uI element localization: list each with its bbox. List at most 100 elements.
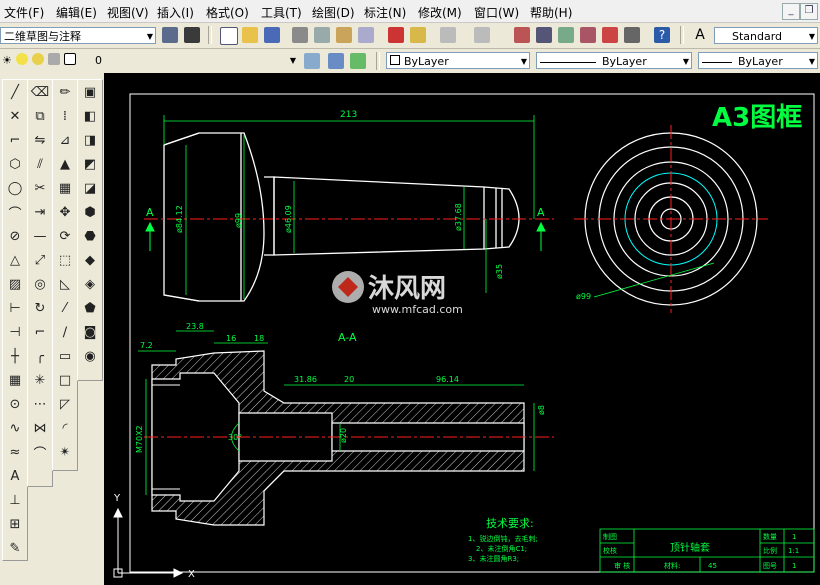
mirror-icon[interactable]: ⇋ [28,128,52,152]
tool-palettes-icon[interactable] [580,27,596,43]
dim-ordinate-icon[interactable]: ⊥ [3,488,27,512]
hook-icon[interactable]: ⌒ [28,440,52,464]
menu-format[interactable]: 格式(O) [206,4,249,21]
dash-icon[interactable]: — [28,224,52,248]
rectangle-icon[interactable]: ▭ [53,344,77,368]
lock-icon[interactable] [184,27,200,43]
lineweight-select[interactable]: ByLayer ▼ [698,52,818,69]
text-icon[interactable]: A [3,464,27,488]
polygon-icon[interactable]: ⬡ [3,152,27,176]
view-iso2-icon[interactable]: ◨ [78,128,102,152]
make-current-layer-icon[interactable] [304,53,320,69]
polyline-icon[interactable]: ⌐ [3,128,27,152]
view-iso1-icon[interactable]: ◧ [78,104,102,128]
rotate-icon[interactable]: ↻ [28,296,52,320]
stretch2-icon[interactable]: ◺ [53,272,77,296]
cube-icon[interactable]: ◆ [78,248,102,272]
point-icon[interactable]: ⊙ [3,392,27,416]
restore-button[interactable]: ❐ [800,3,818,20]
color-select[interactable]: ByLayer ▼ [386,52,530,69]
navigate-icon[interactable]: ◉ [78,344,102,368]
fillet2-icon[interactable]: ◜ [53,416,77,440]
print-preview-icon[interactable] [314,27,330,43]
workspace-select[interactable]: 二维草图与注释 ▼ [0,27,156,44]
chamfer2-icon[interactable]: ◸ [53,392,77,416]
calculator-icon[interactable] [624,27,640,43]
menu-draw[interactable]: 绘图(D) [312,4,355,21]
construction-line-icon[interactable]: ✕ [3,104,27,128]
layer-state-icon[interactable]: ☀ [2,53,12,69]
menu-window[interactable]: 窗口(W) [474,4,519,21]
menu-insert[interactable]: 插入(I) [157,4,194,21]
menu-help[interactable]: 帮助(H) [530,4,572,21]
pencil-icon[interactable]: ✏ [53,80,77,104]
revcloud-icon[interactable]: ≈ [3,440,27,464]
sun-icon[interactable] [32,53,44,65]
open-folder-icon[interactable] [242,27,258,43]
menu-dimension[interactable]: 标注(N) [364,4,406,21]
pan-icon[interactable] [514,27,530,43]
table-icon[interactable]: ▦ [3,368,27,392]
chamfer-icon[interactable]: ⌐ [28,320,52,344]
stretch-icon[interactable]: ⤢ [28,248,52,272]
array-icon[interactable]: ⁞ [53,104,77,128]
markup-icon[interactable] [602,27,618,43]
refresh-icon[interactable]: ⟳ [53,224,77,248]
design-center-icon[interactable] [558,27,574,43]
explode-icon[interactable]: ✳ [28,368,52,392]
arc-icon[interactable]: ⌒ [3,200,27,224]
properties-icon[interactable] [536,27,552,43]
view-iso4-icon[interactable]: ◪ [78,176,102,200]
layer-previous-icon[interactable] [328,53,344,69]
print-icon[interactable] [292,27,308,43]
view-iso6-icon[interactable]: ⬣ [78,224,102,248]
hatch-fill-icon[interactable]: ▲ [53,152,77,176]
target-icon[interactable]: ◎ [28,272,52,296]
offset-icon[interactable]: ⫽ [28,152,52,176]
explode2-icon[interactable]: ✴ [53,440,77,464]
dim-linear-icon[interactable]: ⊢ [3,296,27,320]
extend-icon[interactable]: ⇥ [28,200,52,224]
circle-icon[interactable]: ◯ [3,176,27,200]
square-icon[interactable]: □ [53,368,77,392]
erase-icon[interactable]: ⌫ [28,80,52,104]
cut-icon[interactable] [388,27,404,43]
fillet-icon[interactable]: ╭ [28,344,52,368]
move-icon[interactable]: ✥ [53,200,77,224]
shaded-cube-icon[interactable]: ◈ [78,272,102,296]
hatch-icon[interactable]: ▨ [3,272,27,296]
menu-view[interactable]: 视图(V) [107,4,149,21]
menu-file[interactable]: 文件(F) [4,4,44,21]
menu-modify[interactable]: 修改(M) [418,4,462,21]
view-iso5-icon[interactable]: ⬢ [78,200,102,224]
linetype-select[interactable]: ByLayer ▼ [536,52,692,69]
text-style-select[interactable]: Standard ▼ [714,27,818,44]
dim-edit-icon[interactable]: ✎ [3,536,27,560]
view-top-icon[interactable]: ▣ [78,80,102,104]
triangle-icon[interactable]: △ [3,248,27,272]
dim-aligned-icon[interactable]: ⊣ [3,320,27,344]
menu-edit[interactable]: 编辑(E) [56,4,97,21]
lengthen-icon[interactable]: ⁄ [53,296,77,320]
spline-icon[interactable]: ∿ [3,416,27,440]
scale-icon[interactable]: ⬚ [53,248,77,272]
camera-icon[interactable]: ◙ [78,320,102,344]
drawing-canvas[interactable]: A A 213 ø84.12 ø99 ø46.09 ø37.68 ø35 ø99… [104,73,820,585]
layer-manager-icon[interactable] [350,53,366,69]
new-file-icon[interactable] [220,27,238,45]
lock-icon[interactable] [48,53,60,65]
match-properties-icon[interactable] [410,27,426,43]
join-icon[interactable]: ⋈ [28,416,52,440]
break-icon[interactable]: ⋯ [28,392,52,416]
publish-icon[interactable] [336,27,352,43]
save-icon[interactable] [264,27,280,43]
dim-continue-icon[interactable]: ⊞ [3,512,27,536]
redo-icon[interactable] [474,27,490,43]
lightbulb-icon[interactable] [16,53,28,65]
workspace-settings-icon[interactable] [162,27,178,43]
copy-icon[interactable]: ⧉ [28,104,52,128]
view-iso3-icon[interactable]: ◩ [78,152,102,176]
minimize-button[interactable]: _ [782,3,800,20]
render-icon[interactable]: ⬟ [78,296,102,320]
trim-icon[interactable]: ✂ [28,176,52,200]
